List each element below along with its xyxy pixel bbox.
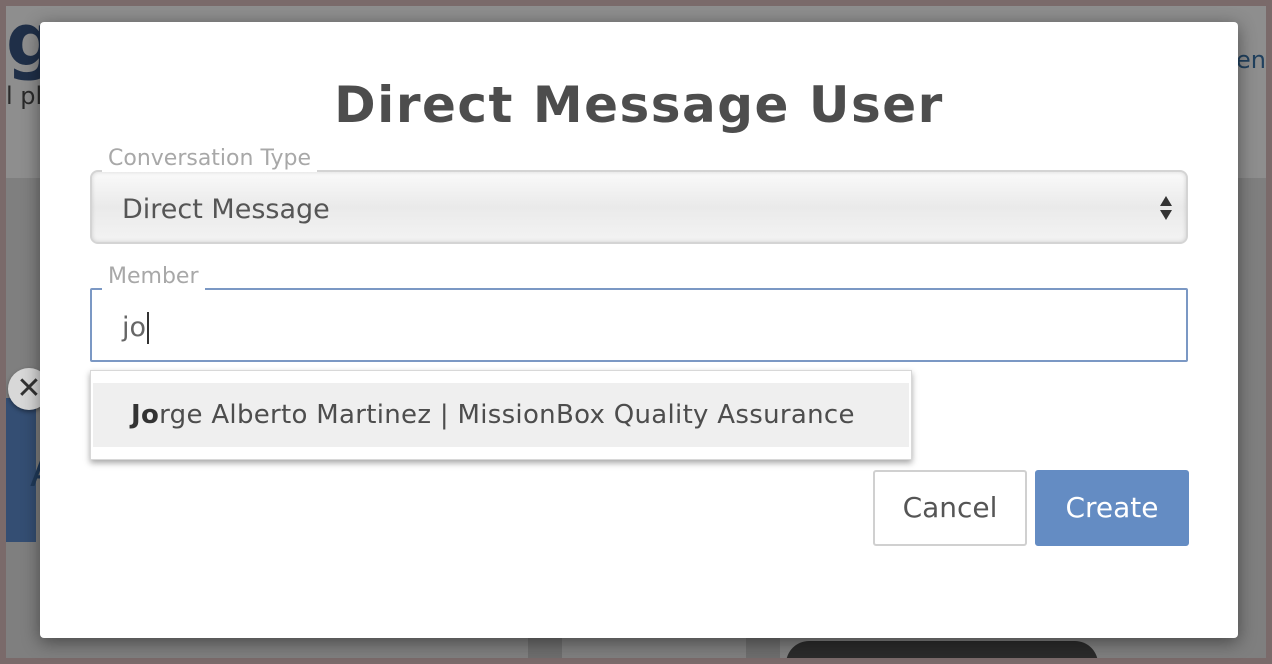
member-input[interactable]: jo <box>90 288 1188 362</box>
background-photo <box>786 641 1098 658</box>
suggestion-item[interactable]: Jorge Alberto Martinez | MissionBox Qual… <box>93 383 909 447</box>
conversation-type-select[interactable]: Direct Message <box>90 170 1188 244</box>
background-link: en <box>1236 46 1266 74</box>
cancel-button[interactable]: Cancel <box>873 470 1027 546</box>
suggestion-rest: rge Alberto Martinez | MissionBox Qualit… <box>159 400 855 430</box>
conversation-type-label: Conversation Type <box>102 146 317 172</box>
background-column <box>746 636 780 658</box>
dialog-title: Direct Message User <box>334 76 944 134</box>
member-suggestions-dropdown: Jorge Alberto Martinez | MissionBox Qual… <box>90 370 912 460</box>
suggestion-match: Jo <box>131 400 160 430</box>
background-column <box>528 636 562 658</box>
conversation-type-value: Direct Message <box>122 194 330 225</box>
member-input-value: jo <box>122 312 150 344</box>
member-label: Member <box>102 264 205 290</box>
background-subtitle: l pl <box>6 82 43 110</box>
chevron-up-down-icon <box>1158 194 1174 222</box>
direct-message-dialog: Direct Message User Conversation Type Di… <box>40 22 1238 638</box>
create-button[interactable]: Create <box>1035 470 1189 546</box>
text-caret <box>147 312 150 344</box>
